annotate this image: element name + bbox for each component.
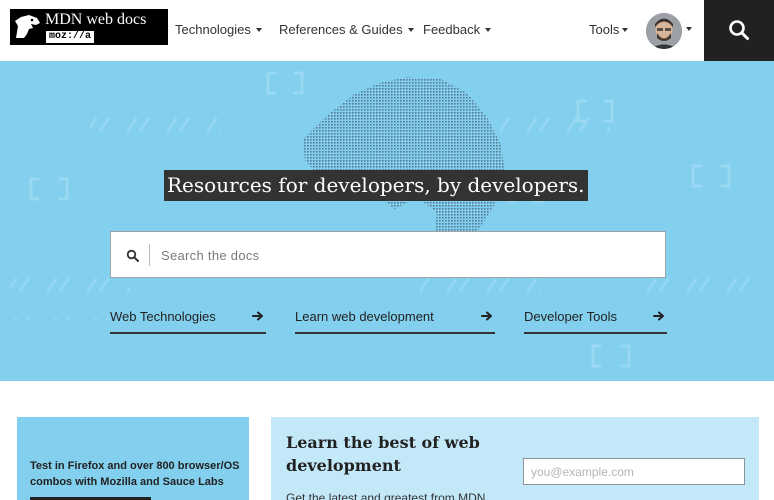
newsletter-title: Learn the best of web development — [286, 433, 480, 475]
link-developer-tools[interactable]: Developer Tools — [524, 306, 667, 334]
nav-feedback[interactable]: Feedback — [423, 22, 492, 37]
dinosaur-illustration-icon — [303, 77, 505, 241]
link-developer-tools-label: Developer Tools — [524, 309, 617, 324]
nav-feedback-label: Feedback — [423, 22, 481, 37]
caret-down-icon — [622, 28, 629, 32]
arrow-right-icon — [481, 311, 492, 321]
docs-search-input[interactable] — [161, 245, 641, 265]
mdn-logo[interactable]: MDN web docs moz://a — [10, 9, 168, 45]
search-icon — [126, 249, 139, 262]
search-icon — [729, 20, 749, 40]
nav-tools[interactable]: Tools — [589, 22, 629, 37]
logo-title: MDN web docs — [45, 11, 147, 28]
newsletter-description: Get the latest and greatest from MDN — [286, 491, 486, 500]
link-learn-web-development[interactable]: Learn web development — [295, 306, 495, 334]
arrow-right-icon — [252, 311, 263, 321]
caret-down-icon — [255, 28, 262, 32]
user-avatar[interactable] — [646, 13, 682, 49]
link-web-technologies[interactable]: Web Technologies — [110, 306, 266, 334]
arrow-right-icon — [653, 311, 664, 321]
hero-banner: Resources for developers, by developers.… — [0, 61, 774, 381]
user-avatar-icon — [646, 13, 682, 49]
nav-technologies-label: Technologies — [175, 22, 251, 37]
user-menu-caret-icon[interactable] — [686, 27, 692, 31]
link-learn-label: Learn web development — [295, 309, 434, 324]
mozilla-wordmark: moz://a — [46, 31, 95, 43]
site-header: MDN web docs moz://a Technologies Refere… — [0, 0, 774, 61]
caret-down-icon — [407, 28, 414, 32]
promo-text: Test in Firefox and over 800 browser/OS … — [30, 460, 240, 488]
search-divider — [149, 244, 150, 266]
hero-title: Resources for developers, by developers. — [164, 170, 588, 201]
dinosaur-logo-icon — [15, 15, 40, 38]
caret-down-icon — [485, 28, 492, 32]
header-search-button[interactable] — [704, 0, 774, 61]
nav-tools-label: Tools — [589, 22, 620, 37]
newsletter-email-input[interactable] — [523, 458, 745, 485]
sauce-labs-promo: Test in Firefox and over 800 browser/OS … — [17, 417, 249, 500]
nav-technologies[interactable]: Technologies — [175, 22, 262, 37]
docs-search-box[interactable] — [110, 231, 666, 278]
link-web-technologies-label: Web Technologies — [110, 309, 216, 324]
newsletter-signup: Learn the best of web development Get th… — [271, 417, 759, 500]
nav-references-guides[interactable]: References & Guides — [279, 22, 414, 37]
nav-references-label: References & Guides — [279, 22, 403, 37]
